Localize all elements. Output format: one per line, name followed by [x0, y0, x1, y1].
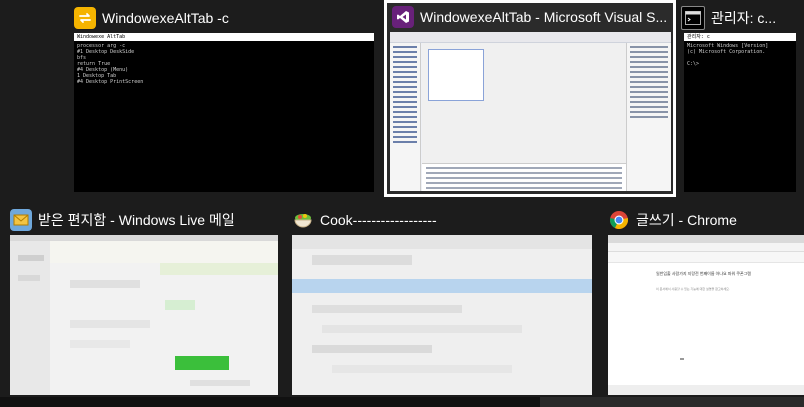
- taskbar-strip: [0, 397, 804, 407]
- chrome-icon: [608, 209, 630, 231]
- window-tile-cook[interactable]: Cook------------------: [292, 205, 592, 395]
- window-thumbnail: Windowexe AltTab processor arg -c #1 Des…: [74, 33, 374, 192]
- window-tile-header: 관리자: c...: [681, 3, 796, 33]
- window-title: 관리자: c...: [711, 10, 777, 26]
- window-thumbnail: [10, 235, 278, 395]
- window-title: WindowexeAltTab -c: [102, 10, 229, 26]
- window-thumbnail: 관리자: c Microsoft Windows [Version] (c) M…: [684, 33, 796, 192]
- window-tile-header: Cook------------------: [292, 205, 592, 235]
- window-tile-admin-cmd[interactable]: 관리자: c... 관리자: c Microsoft Windows [Vers…: [681, 3, 796, 192]
- switch-arrows-icon: [74, 7, 96, 29]
- window-tile-windowexe-console[interactable]: WindowexeAltTab -c Windowexe AltTab proc…: [74, 3, 374, 192]
- window-tile-visual-studio[interactable]: WindowexeAltTab - Microsoft Visual S...: [384, 0, 676, 197]
- console-output: Microsoft Windows [Version] (c) Microsof…: [687, 43, 769, 67]
- command-prompt-icon: [681, 6, 705, 30]
- window-tile-header: WindowexeAltTab -c: [74, 3, 374, 33]
- visual-studio-icon: [392, 6, 414, 28]
- console-titlebar: 관리자: c: [684, 33, 796, 41]
- document-line: 이 문서에서 사용할 수 있는 기능에 대한 설명을 참고하세요.: [656, 287, 730, 291]
- window-title: Cook------------------: [320, 212, 437, 228]
- console-titlebar: Windowexe AltTab: [74, 33, 374, 41]
- window-tile-header: 받은 편지함 - Windows Live 메일: [10, 205, 278, 235]
- window-tile-chrome[interactable]: 글쓰기 - Chrome 일반입출 사람가지 지랑전 번째이름 아나요 파워 쿠…: [608, 205, 804, 395]
- window-thumbnail: [292, 235, 592, 395]
- window-thumbnail: 일반입출 사람가지 지랑전 번째이름 아나요 파워 쿠폰그램 이 문서에서 사용…: [608, 235, 804, 395]
- window-thumbnail: [390, 32, 671, 191]
- windows-live-mail-icon: [10, 209, 32, 231]
- document-heading: 일반입출 사람가지 지랑전 번째이름 아나요 파워 쿠폰그램: [656, 271, 751, 276]
- console-output: processor arg -c #1 Desktop DeskSide bfs…: [77, 43, 144, 85]
- window-title: WindowexeAltTab - Microsoft Visual S...: [420, 9, 668, 25]
- window-title: 받은 편지함 - Windows Live 메일: [38, 212, 235, 228]
- window-tile-header: WindowexeAltTab - Microsoft Visual S...: [392, 2, 670, 32]
- window-title: 글쓰기 - Chrome: [636, 212, 737, 228]
- window-tile-header: 글쓰기 - Chrome: [608, 205, 804, 235]
- cook-bowl-icon: [292, 209, 314, 231]
- window-tile-windows-live-mail[interactable]: 받은 편지함 - Windows Live 메일: [10, 205, 278, 395]
